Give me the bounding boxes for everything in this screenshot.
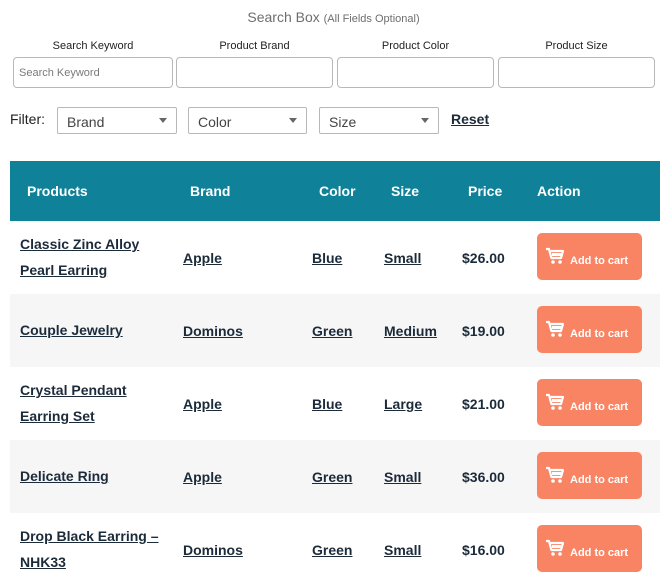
add-to-cart-button[interactable]: Add to cart [537, 306, 642, 353]
price-value: $19.00 [462, 323, 505, 339]
add-to-cart-label: Add to cart [570, 255, 629, 267]
size-link[interactable]: Medium [384, 323, 437, 339]
search-box-title: Search Box (All Fields Optional) [0, 9, 667, 25]
table-row: Couple Jewelry Dominos Green Medium $19.… [10, 294, 660, 367]
color-link[interactable]: Green [312, 469, 352, 485]
reset-link[interactable]: Reset [451, 111, 489, 127]
add-to-cart-label: Add to cart [570, 547, 629, 559]
color-select[interactable]: Color [188, 107, 307, 134]
brand-link[interactable]: Apple [183, 469, 222, 485]
header-products: Products [27, 183, 88, 199]
product-name-link[interactable]: Drop Black Earring – NHK33 [20, 523, 170, 575]
chevron-down-icon [421, 118, 429, 123]
product-name-line2: Pearl Earring [20, 262, 108, 278]
product-name-line1: Crystal Pendant [20, 382, 127, 398]
product-brand-label: Product Brand [219, 40, 290, 52]
add-to-cart-button[interactable]: Add to cart [537, 233, 642, 280]
product-name-line1: Classic Zinc Alloy [20, 236, 140, 252]
price-value: $36.00 [462, 469, 505, 485]
table-row: Drop Black Earring – NHK33 Dominos Green… [10, 513, 660, 584]
cart-icon [546, 320, 565, 337]
size-link[interactable]: Small [384, 250, 421, 266]
search-box-subtitle: (All Fields Optional) [323, 13, 420, 25]
header-size: Size [391, 183, 420, 199]
add-to-cart-button[interactable]: Add to cart [537, 452, 642, 499]
price-value: $21.00 [462, 396, 505, 412]
add-to-cart-button[interactable]: Add to cart [537, 525, 642, 572]
products-table: Products Brand Color Size Price Action C… [10, 161, 660, 584]
color-link[interactable]: Blue [312, 250, 342, 266]
product-name-link[interactable]: Crystal Pendant Earring Set [20, 377, 170, 429]
table-row: Classic Zinc Alloy Pearl Earring Apple B… [10, 221, 660, 294]
product-name-line2: NHK33 [20, 554, 66, 570]
color-link[interactable]: Green [312, 323, 352, 339]
cart-icon [546, 393, 565, 410]
price-value: $16.00 [462, 542, 505, 558]
product-name-line1: Delicate Ring [20, 468, 109, 484]
brand-link[interactable]: Apple [183, 396, 222, 412]
brand-link[interactable]: Dominos [183, 323, 243, 339]
product-name-line2: Earring Set [20, 408, 95, 424]
filter-label: Filter: [10, 111, 45, 127]
color-link[interactable]: Blue [312, 396, 342, 412]
size-link[interactable]: Large [384, 396, 422, 412]
brand-link[interactable]: Dominos [183, 542, 243, 558]
size-link[interactable]: Small [384, 469, 421, 485]
table-row: Delicate Ring Apple Green Small $36.00 A… [10, 440, 660, 513]
add-to-cart-button[interactable]: Add to cart [537, 379, 642, 426]
add-to-cart-label: Add to cart [570, 328, 629, 340]
product-name-line1: Couple Jewelry [20, 322, 123, 338]
cart-icon [546, 466, 565, 483]
product-size-label: Product Size [545, 40, 608, 52]
brand-link[interactable]: Apple [183, 250, 222, 266]
product-name-link[interactable]: Couple Jewelry [20, 317, 170, 343]
chevron-down-icon [159, 118, 167, 123]
table-header: Products Brand Color Size Price Action [10, 161, 660, 221]
search-keyword-input[interactable] [13, 57, 173, 88]
brand-select-value: Brand [67, 114, 105, 130]
search-keyword-label: Search Keyword [52, 40, 134, 52]
header-color: Color [319, 183, 356, 199]
brand-select[interactable]: Brand [57, 107, 177, 134]
header-brand: Brand [190, 183, 231, 199]
color-select-value: Color [198, 114, 232, 130]
table-row: Crystal Pendant Earring Set Apple Blue L… [10, 367, 660, 440]
price-value: $26.00 [462, 250, 505, 266]
product-brand-input[interactable] [176, 57, 333, 88]
size-select-value: Size [329, 114, 357, 130]
product-color-label: Product Color [381, 40, 450, 52]
cart-icon [546, 247, 565, 264]
product-color-input[interactable] [337, 57, 494, 88]
product-name-link[interactable]: Delicate Ring [20, 463, 170, 489]
product-size-input[interactable] [498, 57, 655, 88]
header-price: Price [468, 183, 503, 199]
add-to-cart-label: Add to cart [570, 401, 629, 413]
color-link[interactable]: Green [312, 542, 352, 558]
add-to-cart-label: Add to cart [570, 474, 629, 486]
header-action: Action [537, 183, 581, 199]
product-name-link[interactable]: Classic Zinc Alloy Pearl Earring [20, 231, 170, 283]
size-link[interactable]: Small [384, 542, 421, 558]
cart-icon [546, 539, 565, 556]
chevron-down-icon [289, 118, 297, 123]
size-select[interactable]: Size [319, 107, 439, 134]
search-box-title-text: Search Box [247, 9, 320, 25]
product-name-line1: Drop Black Earring – [20, 528, 159, 544]
